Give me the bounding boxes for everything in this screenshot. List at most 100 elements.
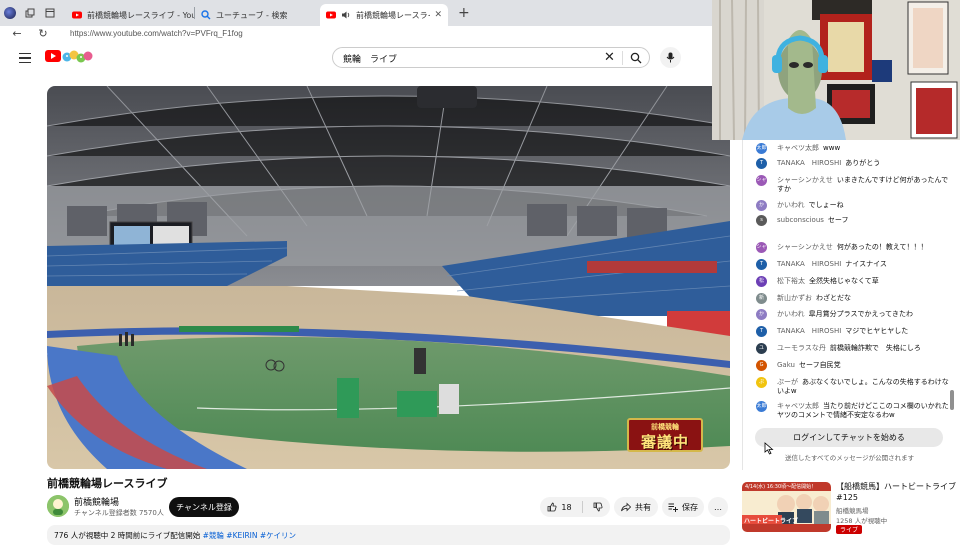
recommended-channel[interactable]: 船橋競馬場 (836, 505, 869, 515)
search-box[interactable]: 競輪 ライブ ✕ (332, 47, 650, 68)
youtube-icon (72, 11, 82, 19)
tab-title: 前橋競輪場レースライブ - YouTube (356, 10, 430, 20)
chat-message-text: 何があったの！教えて！！！ (836, 243, 928, 251)
share-button[interactable]: 共有 (614, 497, 658, 517)
chat-message-body: 松下裕太 全然失格じゃなくて草 (777, 277, 949, 286)
search-input[interactable]: 競輪 ライブ (343, 52, 397, 65)
chat-scrollbar[interactable] (950, 390, 954, 410)
chat-author-avatar[interactable]: s (756, 215, 767, 226)
chat-message-text: セーフ自民党 (799, 361, 841, 369)
youtube-doodle-logo[interactable] (62, 49, 94, 64)
youtube-icon (326, 11, 336, 19)
search-icon[interactable] (630, 52, 642, 64)
chat-author-name[interactable]: 松下裕太 (777, 277, 805, 285)
chat-author-avatar[interactable]: 太郎 (756, 143, 767, 154)
chat-author-avatar[interactable]: T (756, 326, 767, 337)
chat-author-avatar[interactable]: 新 (756, 293, 767, 304)
chat-author-avatar[interactable]: ぷ (756, 377, 767, 388)
description-tags[interactable]: #競輪 #KEIRIN #ケイリン (203, 531, 296, 540)
chat-message-text: でしょーね (808, 201, 844, 209)
like-button[interactable]: 18 (547, 502, 572, 512)
chat-author-name[interactable]: かいわれ (777, 201, 805, 209)
recommended-viewers: 1258 人が視聴中 (836, 517, 888, 525)
banner-title: 審議中 (640, 433, 689, 451)
thumbs-down-icon[interactable] (593, 502, 603, 512)
clear-search-icon[interactable]: ✕ (604, 50, 615, 65)
recommended-thumbnail[interactable]: 4/14(水) 16:30頃〜配信開始！ ハートビートライブ (742, 482, 831, 532)
reload-icon[interactable]: ↻ (34, 27, 52, 40)
voice-search-button[interactable] (660, 47, 681, 68)
chat-author-avatar[interactable]: G (756, 360, 767, 371)
chat-author-avatar[interactable]: T (756, 158, 767, 169)
browser-tab-strip: 前橋競輪場レースライブ - YouTube ユーチューブ - 検索 前橋競輪場レ… (0, 0, 712, 26)
tab-1[interactable]: 前橋競輪場レースライブ - YouTube (66, 4, 194, 26)
chat-login-button[interactable]: ログインしてチャットを始める (755, 428, 943, 447)
chat-author-avatar[interactable]: シャ (756, 175, 767, 186)
url-field[interactable]: https://www.youtube.com/watch?v=PVFrq_F1… (70, 29, 243, 38)
chat-author-name[interactable]: ユーモラスな丹 (777, 344, 826, 352)
chat-author-name[interactable]: 新山かずお (777, 294, 812, 302)
new-tab-button[interactable]: + (448, 0, 480, 26)
chat-author-name[interactable]: キャベツ太郎 (777, 144, 819, 152)
chat-author-name[interactable]: かいわれ (777, 310, 805, 318)
vertical-tabs-icon[interactable] (40, 0, 60, 26)
chat-message-body: かいわれ 皐月賞分プラスでかえってきたわ (777, 310, 949, 319)
share-label: 共有 (635, 502, 651, 512)
chat-author-name[interactable]: TANAKA HIROSHI (777, 260, 841, 268)
chat-author-avatar[interactable]: T (756, 259, 767, 270)
chat-message-text: 皐月賞分プラスでかえってきたわ (808, 310, 913, 318)
chat-author-avatar[interactable]: か (756, 200, 767, 211)
microphone-icon (666, 52, 675, 63)
tab-actions-icon[interactable] (20, 0, 40, 26)
save-label: 保存 (682, 502, 698, 512)
menu-icon[interactable] (19, 53, 31, 66)
chat-author-name[interactable]: ぷーが (777, 378, 798, 386)
chat-author-name[interactable]: シャーシンかえせ (777, 243, 833, 251)
close-tab-icon[interactable]: ✕ (430, 10, 442, 20)
chat-message-text: 全然失格じゃなくて草 (809, 277, 879, 285)
chat-author-avatar[interactable]: 松 (756, 276, 767, 287)
add-to-playlist-icon (668, 503, 678, 512)
profile-avatar[interactable] (0, 0, 20, 26)
subscriber-count: チャンネル登録者数 7570人 (74, 509, 164, 517)
like-count: 18 (561, 502, 572, 512)
chat-author-avatar[interactable]: か (756, 309, 767, 320)
tab-2[interactable]: ユーチューブ - 検索 (195, 4, 320, 26)
chat-author-avatar[interactable]: ユ (756, 343, 767, 354)
chat-message-body: キャベツ太郎 当たり前だけどここのコメ欄のいかれたヤツのコメントで情緒不安定なるわ… (777, 402, 949, 420)
tab-3-active[interactable]: 前橋競輪場レースライブ - YouTube ✕ (320, 4, 448, 26)
recommended-title[interactable]: 【船橋競馬】ハートビートライブ #125 (836, 481, 956, 503)
chat-message-body: TANAKA HIROSHI マジでヒヤヒヤした (777, 327, 949, 336)
live-badge: ライブ (836, 525, 863, 534)
velodrome-video-frame (47, 86, 730, 469)
chat-author-name[interactable]: キャベツ太郎 (777, 402, 819, 410)
youtube-logo[interactable] (45, 50, 61, 62)
chat-message-text: ナイスナイス (845, 260, 887, 268)
chat-message-text: www (823, 144, 841, 152)
video-player[interactable] (47, 86, 730, 469)
save-button[interactable]: 保存 (662, 497, 704, 517)
live-badge-label: ライブ (840, 527, 859, 534)
chat-author-avatar[interactable]: シャ (756, 242, 767, 253)
chat-message-body: ユーモラスな丹 前橋競輪詐欺で 失格にしろ (777, 344, 949, 353)
chat-author-name[interactable]: シャーシンかえせ (777, 176, 833, 184)
chat-author-avatar[interactable]: 太郎 (756, 401, 767, 412)
back-arrow-icon[interactable]: ← (8, 27, 26, 40)
channel-name[interactable]: 前橋競輪場 (74, 495, 119, 508)
webcam-overlay (712, 0, 960, 140)
tab-title: ユーチューブ - 検索 (216, 10, 288, 20)
chat-author-name[interactable]: Gaku (777, 361, 795, 369)
chat-author-name[interactable]: TANAKA HIROSHI (777, 327, 841, 335)
chat-public-note: 送信したすべてのメッセージが公開されます (785, 454, 915, 462)
speaker-icon[interactable] (341, 10, 351, 20)
search-divider (622, 51, 623, 65)
thumbs-up-icon (548, 502, 557, 512)
more-actions-button[interactable]: … (708, 497, 728, 517)
description-box[interactable]: 776 人が視聴中 2 時間前にライブ配信開始 #競輪 #KEIRIN #ケイリ… (47, 525, 730, 545)
like-separator (581, 501, 583, 513)
address-bar: ← ↻ https://www.youtube.com/watch?v=PVFr… (0, 26, 712, 40)
chat-author-name[interactable]: TANAKA HIROSHI (777, 159, 841, 167)
chat-author-name[interactable]: subconscious (777, 216, 824, 224)
subscribe-button[interactable]: チャンネル登録 (169, 497, 239, 517)
channel-avatar[interactable] (47, 495, 69, 517)
